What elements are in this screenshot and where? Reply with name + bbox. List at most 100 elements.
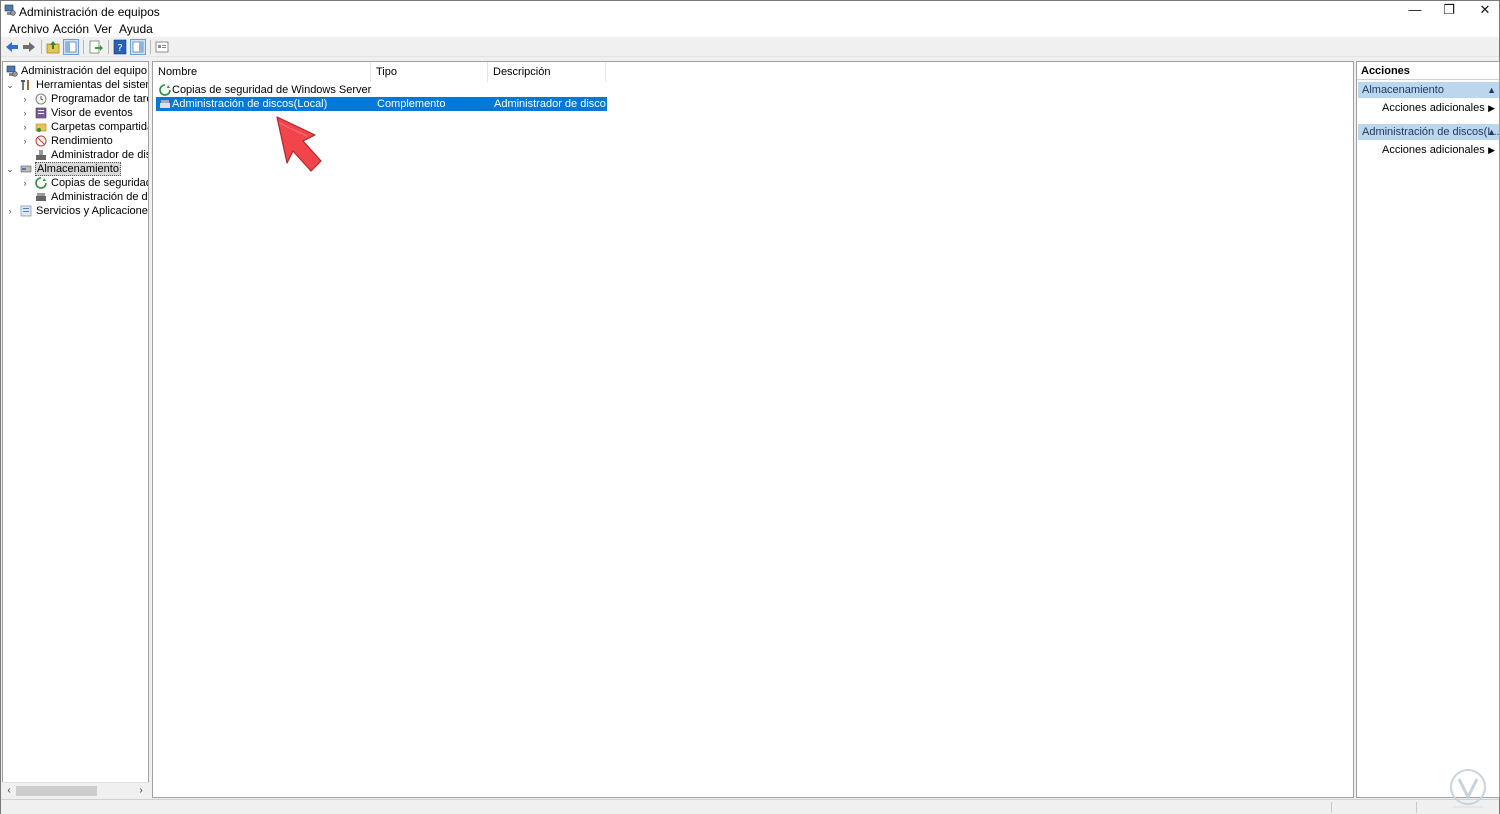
backup-icon bbox=[159, 84, 171, 96]
column-header-description[interactable]: Descripción bbox=[488, 62, 606, 82]
tree-label: Almacenamiento bbox=[35, 162, 121, 176]
disk-management-icon bbox=[160, 100, 170, 108]
tree-item-storage[interactable]: ⌄ Almacenamiento bbox=[3, 162, 148, 176]
list-item-backup[interactable]: Copias de seguridad de Windows Server bbox=[156, 83, 607, 97]
list-item-disk-management[interactable]: Administración de discos(Local) Compleme… bbox=[156, 97, 607, 111]
tools-icon bbox=[21, 80, 29, 90]
clock-icon bbox=[35, 93, 47, 105]
minimize-button[interactable]: — bbox=[1397, 1, 1433, 21]
help-icon[interactable]: ? bbox=[112, 39, 128, 55]
menu-archivo[interactable]: Archivo bbox=[9, 22, 49, 36]
collapsed-chevron-icon[interactable]: › bbox=[5, 204, 15, 218]
cell-description: Administrador de discos... bbox=[494, 98, 606, 110]
section-label: Almacenamiento bbox=[1362, 84, 1444, 96]
tree-label: Programador de tareas bbox=[51, 93, 148, 105]
tree-item-backup[interactable]: › Copias de seguridad de bbox=[3, 176, 149, 190]
collapsed-chevron-icon[interactable]: › bbox=[20, 92, 30, 106]
actions-pane: Acciones Almacenamiento ▲ Acciones adici… bbox=[1356, 61, 1500, 798]
menu-ayuda[interactable]: Ayuda bbox=[119, 22, 153, 36]
toolbar-separator bbox=[41, 40, 42, 54]
backup-icon bbox=[35, 177, 47, 189]
tree-label: Servicios y Aplicaciones bbox=[36, 205, 149, 217]
cell-type: Complemento bbox=[377, 98, 446, 110]
toolbar-separator bbox=[83, 40, 84, 54]
status-divider bbox=[1416, 802, 1417, 813]
tree-item-event-viewer[interactable]: › Visor de eventos bbox=[3, 106, 148, 120]
tree-label: Copias de seguridad de bbox=[51, 177, 149, 189]
collapsed-chevron-icon[interactable]: › bbox=[20, 176, 30, 190]
action-label: Acciones adicionales bbox=[1382, 102, 1485, 114]
event-log-icon bbox=[35, 107, 47, 119]
tree-item-task-scheduler[interactable]: › Programador de tareas bbox=[3, 92, 149, 106]
tree-item-services-apps[interactable]: › Servicios y Aplicaciones bbox=[3, 204, 149, 218]
scroll-left-icon[interactable]: ‹ bbox=[3, 784, 15, 798]
tree-item-device-manager[interactable]: Administrador de dispo bbox=[3, 148, 148, 162]
tree-label: Carpetas compartidas bbox=[51, 121, 149, 133]
actions-section-disk-management[interactable]: Administración de discos(L... ▲ bbox=[1358, 124, 1499, 140]
scroll-right-icon[interactable]: › bbox=[135, 784, 147, 798]
up-folder-icon[interactable] bbox=[45, 39, 61, 55]
section-label: Administración de discos(L... bbox=[1362, 126, 1499, 138]
tree-horizontal-scrollbar[interactable]: ‹ › bbox=[2, 782, 149, 798]
storage-icon bbox=[20, 165, 32, 173]
export-list-icon[interactable] bbox=[88, 39, 104, 55]
status-bar bbox=[1, 799, 1499, 814]
submenu-arrow-icon: ▶ bbox=[1488, 103, 1495, 113]
menu-ver[interactable]: Ver bbox=[94, 22, 112, 36]
forward-icon[interactable] bbox=[21, 39, 37, 55]
menu-bar: Archivo Acción Ver Ayuda bbox=[1, 21, 1499, 37]
tree-label: Rendimiento bbox=[51, 135, 113, 147]
title-bar: Administración de equipos — ❐ ✕ bbox=[1, 1, 1499, 21]
show-hide-action-pane-icon[interactable] bbox=[130, 39, 146, 55]
tree-item-disk-management[interactable]: Administración de disco bbox=[3, 190, 148, 204]
tree-label: Visor de eventos bbox=[51, 107, 133, 119]
actions-section-storage[interactable]: Almacenamiento ▲ bbox=[1358, 82, 1499, 98]
tree-label: Administración de disco bbox=[51, 191, 148, 203]
tree-item-shared-folders[interactable]: › Carpetas compartidas bbox=[3, 120, 149, 134]
main-window: Administración de equipos — ❐ ✕ Archivo … bbox=[0, 0, 1500, 814]
tree-item-performance[interactable]: › Rendimiento bbox=[3, 134, 148, 148]
tree-item-root[interactable]: Administración del equipo (loc bbox=[3, 64, 148, 78]
details-list: Nombre Tipo Descripción Copias de seguri… bbox=[152, 61, 1354, 798]
expanded-chevron-icon[interactable]: ⌄ bbox=[5, 162, 15, 176]
tree-item-system-tools[interactable]: ⌄ Herramientas del sistema bbox=[3, 78, 149, 92]
collapse-section-icon[interactable]: ▲ bbox=[1487, 82, 1496, 98]
collapsed-chevron-icon[interactable]: › bbox=[20, 106, 30, 120]
cell-name: Administración de discos(Local) bbox=[172, 98, 328, 110]
expanded-chevron-icon[interactable]: ⌄ bbox=[5, 78, 15, 92]
toolbar-separator bbox=[150, 40, 151, 54]
shared-folder-icon bbox=[35, 123, 47, 132]
tree-label: Administrador de dispo bbox=[51, 149, 148, 161]
show-hide-tree-icon[interactable] bbox=[63, 39, 79, 55]
action-more-actions-disk-management[interactable]: Acciones adicionales ▶ bbox=[1358, 142, 1499, 158]
toolbar-separator bbox=[108, 40, 109, 54]
scrollbar-thumb[interactable] bbox=[16, 786, 97, 796]
action-label: Acciones adicionales bbox=[1382, 144, 1485, 156]
svg-text:?: ? bbox=[117, 43, 122, 54]
column-header-name[interactable]: Nombre bbox=[153, 62, 371, 82]
status-divider bbox=[1331, 802, 1332, 813]
collapsed-chevron-icon[interactable]: › bbox=[20, 134, 30, 148]
action-more-actions-storage[interactable]: Acciones adicionales ▶ bbox=[1358, 100, 1499, 116]
device-manager-icon bbox=[36, 150, 46, 160]
services-icon bbox=[20, 205, 32, 217]
disk-management-icon bbox=[36, 193, 46, 201]
properties-icon[interactable] bbox=[154, 39, 170, 55]
window-title: Administración de equipos bbox=[19, 5, 160, 19]
computer-management-icon bbox=[4, 4, 16, 16]
watermark-logo-icon bbox=[1450, 769, 1486, 808]
close-button[interactable]: ✕ bbox=[1467, 1, 1500, 21]
navigation-tree: Administración del equipo (loc ⌄ Herrami… bbox=[2, 61, 149, 798]
menu-accion[interactable]: Acción bbox=[53, 22, 89, 36]
collapse-section-icon[interactable]: ▲ bbox=[1487, 124, 1496, 140]
annotation-arrow-icon bbox=[276, 116, 322, 172]
tree-label: Administración del equipo (loc bbox=[21, 65, 148, 77]
column-header-type[interactable]: Tipo bbox=[371, 62, 488, 82]
maximize-button[interactable]: ❐ bbox=[1431, 1, 1467, 21]
collapsed-chevron-icon[interactable]: › bbox=[20, 120, 30, 134]
submenu-arrow-icon: ▶ bbox=[1488, 145, 1495, 155]
tree-label: Herramientas del sistema bbox=[36, 79, 149, 91]
cell-name: Copias de seguridad de Windows Server bbox=[172, 84, 372, 96]
actions-title: Acciones bbox=[1357, 62, 1499, 80]
back-icon[interactable] bbox=[4, 39, 20, 55]
